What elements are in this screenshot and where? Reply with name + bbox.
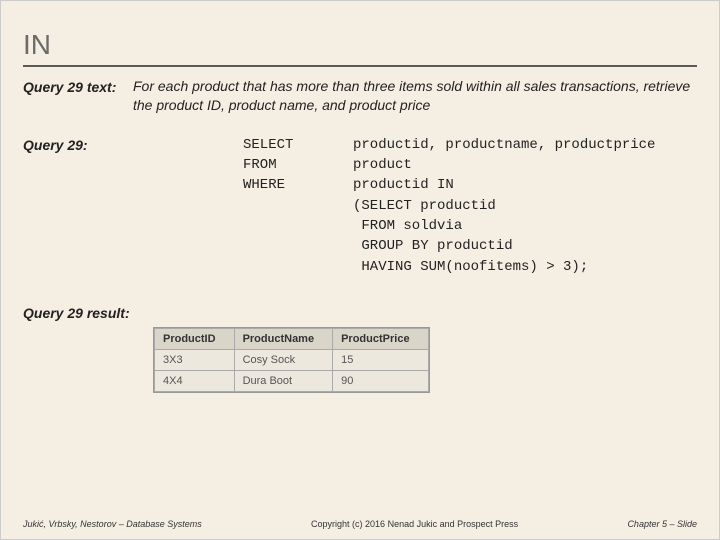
query-label: Query 29: [23,135,133,153]
table-header: ProductPrice [333,328,428,349]
result-table: ProductIDProductNameProductPrice 3X3Cosy… [154,328,429,392]
footer-left: Jukić, Vrbsky, Nestorov – Database Syste… [23,519,202,529]
sql-keywords: SELECT FROM WHERE [243,135,353,196]
query-text-row: Query 29 text: For each product that has… [23,77,697,115]
table-cell: 4X4 [155,370,235,391]
table-cell: 90 [333,370,428,391]
page-title: IN [23,29,697,61]
table-header: ProductID [155,328,235,349]
query-text-body: For each product that has more than thre… [133,77,697,115]
result-label: Query 29 result: [23,305,697,321]
result-table-wrapper: ProductIDProductNameProductPrice 3X3Cosy… [153,327,430,393]
table-cell: Cosy Sock [234,349,333,370]
table-cell: Dura Boot [234,370,333,391]
table-cell: 3X3 [155,349,235,370]
table-row: 4X4Dura Boot90 [155,370,429,391]
table-row: 3X3Cosy Sock15 [155,349,429,370]
footer-center: Copyright (c) 2016 Nenad Jukic and Prosp… [311,519,518,529]
query-text-label: Query 29 text: [23,77,133,95]
table-cell: 15 [333,349,428,370]
query-row: Query 29: SELECT FROM WHERE productid, p… [23,135,697,277]
table-header: ProductName [234,328,333,349]
title-rule [23,65,697,67]
sql-body: productid, productname, productprice pro… [353,135,655,277]
footer: Jukić, Vrbsky, Nestorov – Database Syste… [23,519,697,529]
footer-right: Chapter 5 – Slide [627,519,697,529]
